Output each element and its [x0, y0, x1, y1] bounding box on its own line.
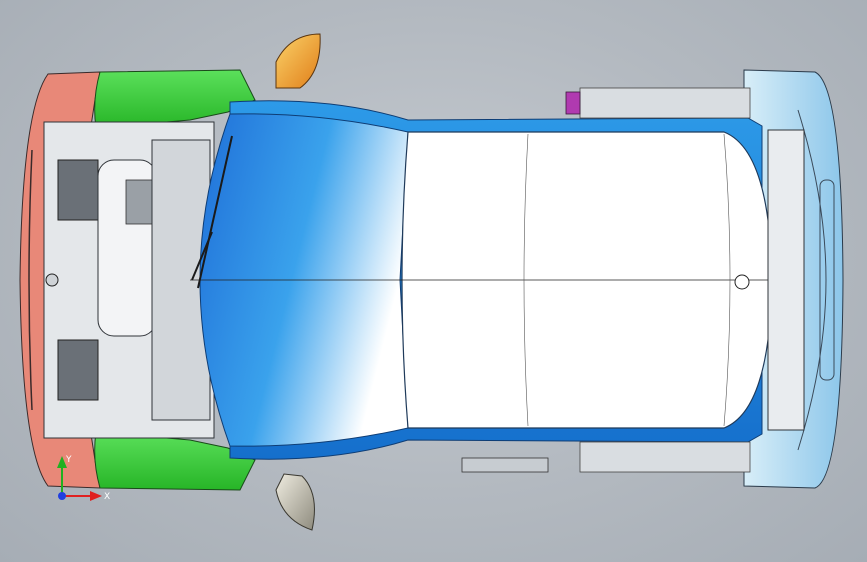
- front-emblem: [45, 273, 59, 287]
- antenna-mount: [734, 274, 750, 290]
- rear-light-housing-right: [579, 441, 751, 473]
- rear-crossmember: [767, 129, 805, 431]
- frame-rail-left: [57, 159, 99, 221]
- mirror-right[interactable]: [275, 473, 315, 531]
- triad-x-arrow: [90, 491, 102, 501]
- rear-light-accent: [565, 91, 581, 115]
- rear-light-housing-left: [579, 87, 751, 119]
- mirror-left[interactable]: [275, 33, 321, 89]
- door-handle-right: [461, 457, 549, 473]
- triad-z-axis: [58, 492, 66, 500]
- car-model-top-view[interactable]: Y X: [0, 0, 867, 562]
- triad-label-x: X: [104, 492, 110, 502]
- graphics-viewport[interactable]: Y X: [0, 0, 867, 562]
- frame-rail-right: [57, 339, 99, 401]
- vent-grid: [125, 179, 153, 225]
- triad-label-y: Y: [65, 455, 72, 465]
